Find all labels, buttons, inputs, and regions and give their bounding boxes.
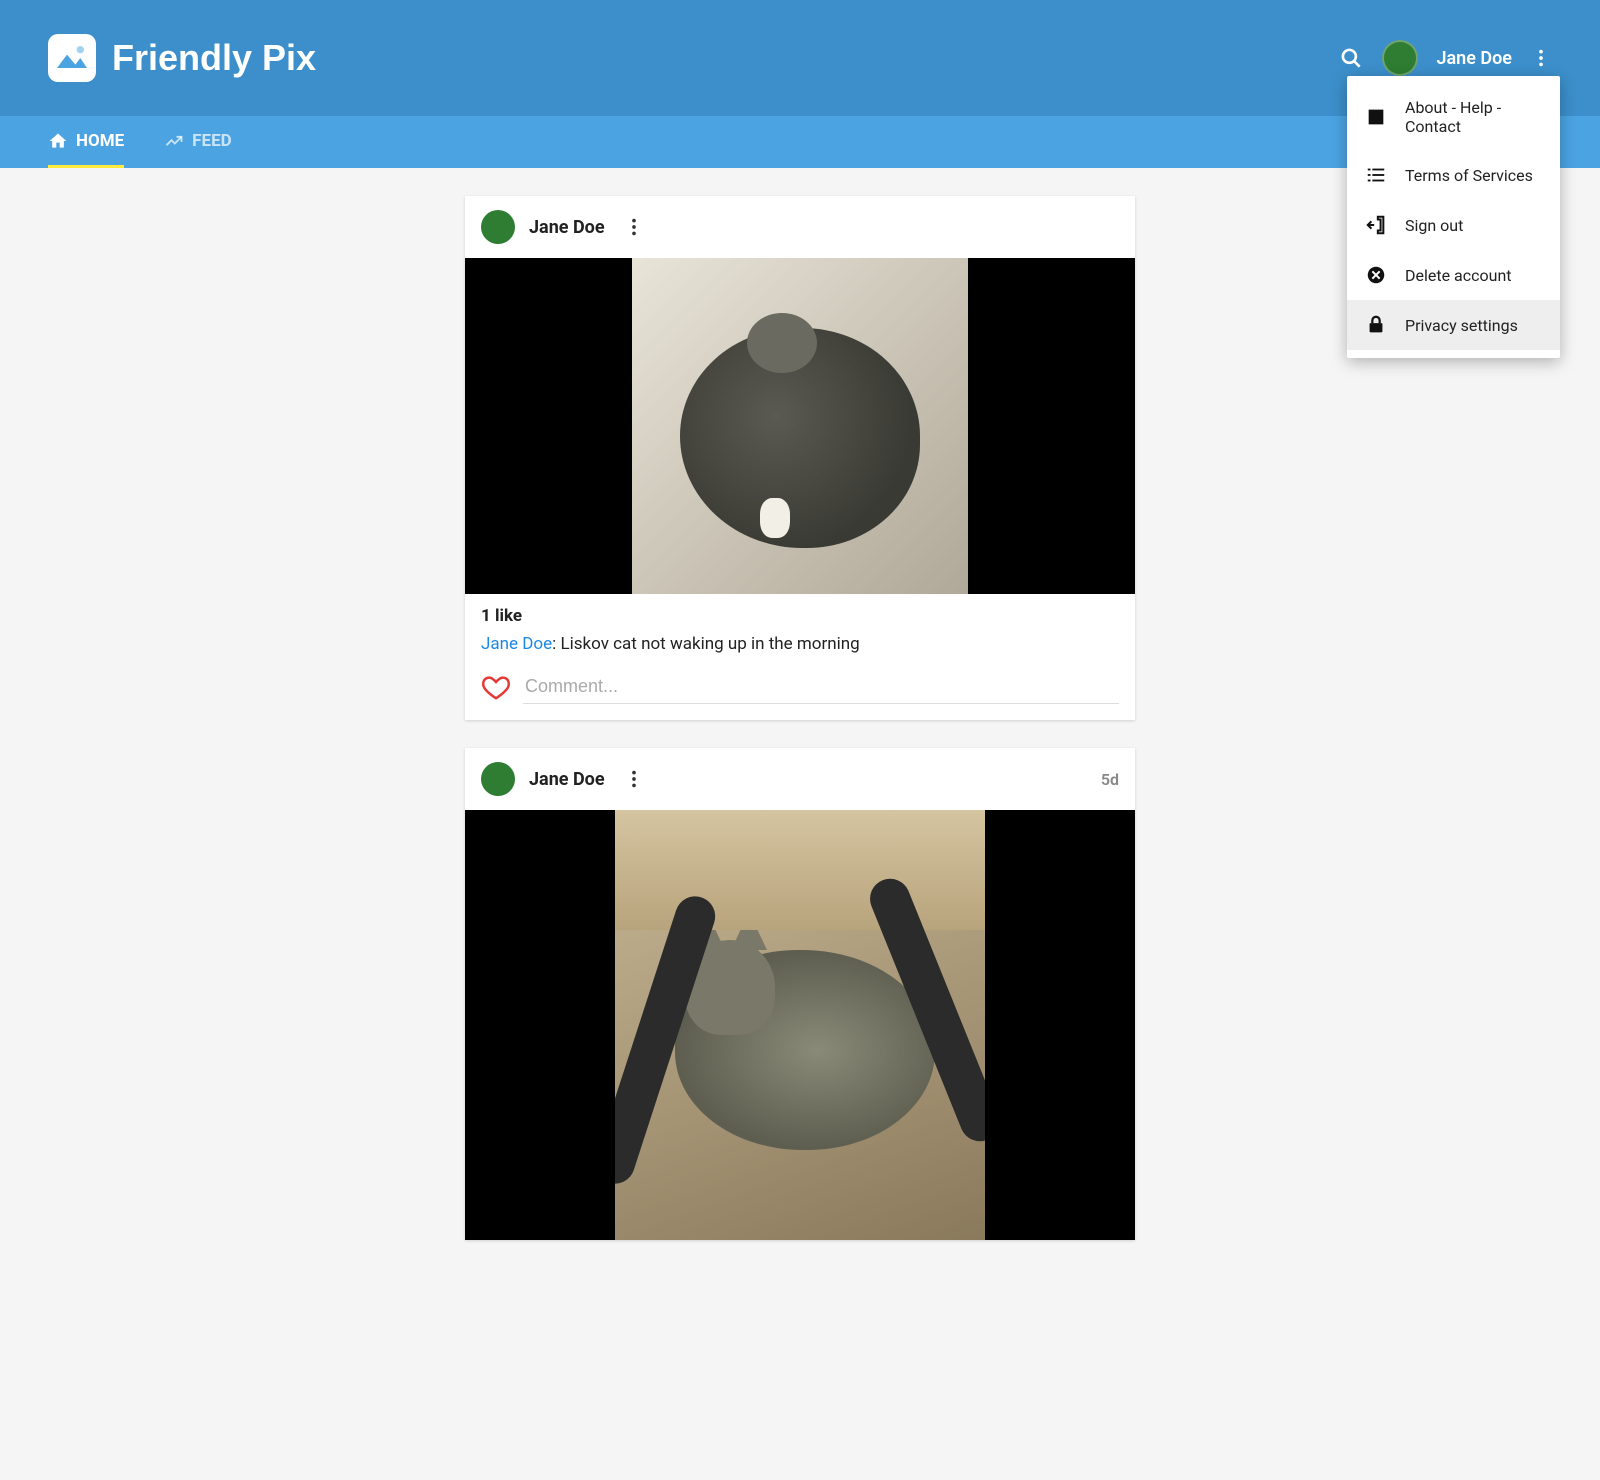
header-avatar[interactable]: [1382, 40, 1418, 76]
menu-terms-label: Terms of Services: [1405, 166, 1533, 185]
lock-icon: [1365, 314, 1387, 336]
account-dropdown: About - Help - Contact Terms of Services…: [1347, 76, 1560, 358]
header-username[interactable]: Jane Doe: [1436, 48, 1512, 69]
menu-delete-account[interactable]: Delete account: [1347, 250, 1560, 300]
post-card: Jane Doe 1 like Jane Doe: Liskov cat not…: [465, 196, 1135, 720]
menu-signout-label: Sign out: [1405, 216, 1463, 235]
menu-terms[interactable]: Terms of Services: [1347, 150, 1560, 200]
post-header: Jane Doe 5d: [465, 748, 1135, 810]
tab-feed[interactable]: FEED: [164, 116, 232, 168]
menu-privacy-settings[interactable]: Privacy settings: [1347, 300, 1560, 350]
caption-text: : Liskov cat not waking up in the mornin…: [552, 634, 860, 654]
menu-about-label: About - Help - Contact: [1405, 98, 1542, 136]
post-image[interactable]: [465, 258, 1135, 594]
cancel-icon: [1365, 264, 1387, 286]
signout-icon: [1365, 214, 1387, 236]
header-right: Jane Doe: [1338, 40, 1552, 76]
post-menu-icon[interactable]: [623, 768, 645, 790]
list-icon: [1365, 164, 1387, 186]
post-author[interactable]: Jane Doe: [529, 217, 605, 238]
post-menu-icon[interactable]: [623, 216, 645, 238]
post-card: Jane Doe 5d: [465, 748, 1135, 1240]
tab-feed-label: FEED: [192, 131, 232, 151]
post-time: 5d: [1101, 770, 1119, 789]
post-author[interactable]: Jane Doe: [529, 769, 605, 790]
app-title: Friendly Pix: [112, 37, 316, 79]
logo-group[interactable]: Friendly Pix: [48, 34, 316, 82]
comment-input[interactable]: [523, 670, 1119, 704]
post-likes[interactable]: 1 like: [481, 606, 1119, 626]
menu-about[interactable]: About - Help - Contact: [1347, 84, 1560, 150]
account-box-icon: [1365, 106, 1387, 128]
post-actions: [465, 662, 1135, 720]
tab-home[interactable]: HOME: [48, 116, 124, 168]
post-header: Jane Doe: [465, 196, 1135, 258]
menu-signout[interactable]: Sign out: [1347, 200, 1560, 250]
post-image[interactable]: [465, 810, 1135, 1240]
caption-author-link[interactable]: Jane Doe: [481, 634, 552, 654]
menu-privacy-label: Privacy settings: [1405, 316, 1518, 335]
post-avatar[interactable]: [481, 762, 515, 796]
header-menu-icon[interactable]: [1530, 47, 1552, 69]
post-avatar[interactable]: [481, 210, 515, 244]
post-body: 1 like Jane Doe: Liskov cat not waking u…: [465, 594, 1135, 662]
tab-home-label: HOME: [76, 131, 124, 151]
post-caption: Jane Doe: Liskov cat not waking up in th…: [481, 634, 1119, 654]
like-button-icon[interactable]: [481, 672, 511, 702]
menu-delete-label: Delete account: [1405, 266, 1512, 285]
app-logo-icon: [48, 34, 96, 82]
search-icon[interactable]: [1338, 45, 1364, 71]
